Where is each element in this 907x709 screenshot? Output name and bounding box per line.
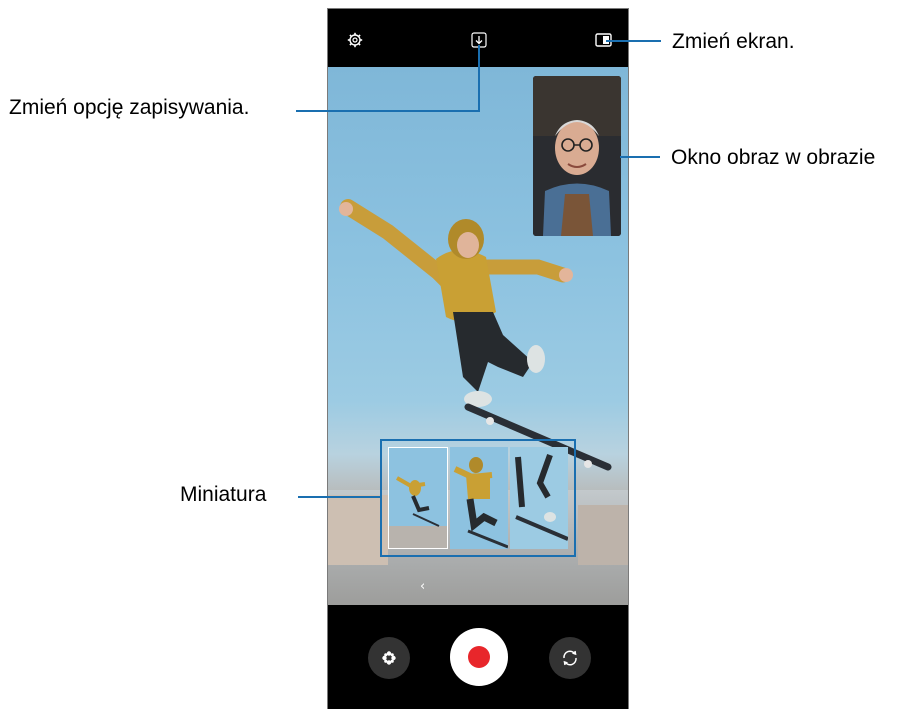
chevron-left-icon[interactable]: ‹	[420, 579, 425, 594]
pip-portrait-image	[533, 76, 621, 236]
pip-window[interactable]	[533, 76, 621, 236]
thumbnail-strip[interactable]	[380, 439, 576, 557]
callout-change-screen: Zmień ekran.	[672, 30, 795, 53]
callout-line	[298, 496, 380, 498]
record-button[interactable]	[450, 628, 508, 686]
callout-thumbnail: Miniatura	[180, 483, 267, 506]
callout-line	[478, 45, 480, 112]
thumbnail[interactable]	[388, 447, 448, 549]
switch-camera-icon[interactable]	[549, 637, 591, 679]
gear-icon[interactable]	[344, 29, 366, 51]
thumbnail[interactable]	[450, 447, 508, 549]
callout-line	[606, 40, 661, 42]
callout-pip-window: Okno obraz w obrazie	[671, 146, 876, 169]
effects-icon[interactable]	[368, 637, 410, 679]
callout-line	[296, 110, 480, 112]
record-icon	[468, 646, 490, 668]
camera-controls	[328, 605, 628, 709]
callout-save-option: Zmień opcję zapisywania.	[9, 96, 250, 119]
camera-viewfinder: ‹	[328, 67, 628, 605]
thumbnail[interactable]	[510, 447, 568, 549]
callout-line	[620, 156, 660, 158]
camera-screen: ‹	[327, 8, 629, 709]
